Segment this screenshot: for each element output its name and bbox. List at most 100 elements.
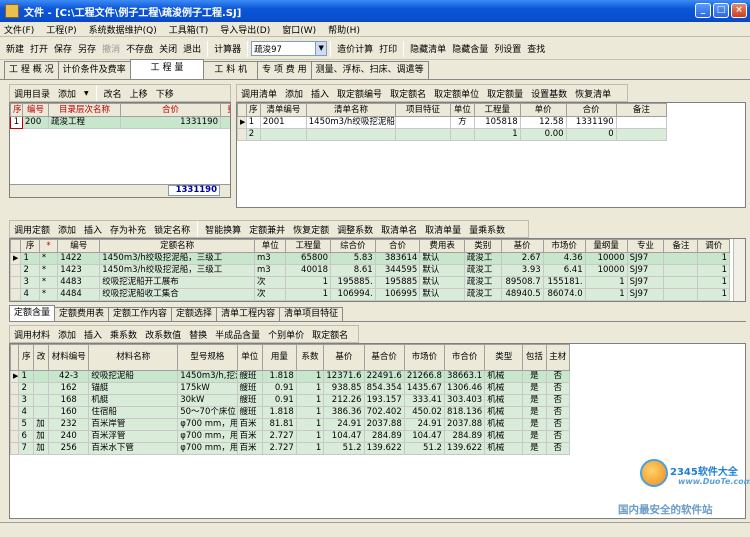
column-header[interactable]: 综合价 (330, 239, 376, 253)
table-cell[interactable]: 2037.88 (363, 418, 405, 431)
menu-import-export[interactable]: 导入导出(D) (214, 23, 276, 36)
table-row[interactable]: 6加240百米浮管φ700 mm，用三百米2.7271104.47284.891… (10, 430, 571, 443)
table-row[interactable]: 2 162 锚艇 175kW 艘班 0.91 1 938.85 854.354 1435.67 13… (10, 382, 571, 395)
adjust-coef-button[interactable]: 调整系数 (333, 223, 377, 236)
table-cell[interactable]: 是 (522, 394, 547, 407)
table-cell[interactable]: 7 (18, 442, 35, 455)
menu-project[interactable]: 工程(P) (40, 23, 82, 36)
table-cell[interactable]: 139.622 (443, 442, 486, 455)
column-header[interactable]: * (38, 239, 59, 253)
call-material-button[interactable]: 调用材料 (10, 328, 54, 341)
table-cell[interactable]: 默认 (419, 276, 465, 289)
table-cell[interactable]: 42-3 (48, 370, 90, 383)
table-cell[interactable]: 锚艇 (88, 382, 179, 395)
table-cell[interactable]: 160 (48, 406, 90, 419)
table-cell[interactable]: 百米 (236, 442, 263, 455)
table-cell[interactable]: 195885. (330, 276, 376, 289)
table-cell[interactable]: 104.47 (323, 430, 365, 443)
column-header[interactable]: 改 (33, 344, 50, 371)
table-cell[interactable]: 89508.7 (500, 276, 544, 289)
column-header[interactable]: 合价 (120, 103, 221, 117)
table-cell[interactable]: 0 (565, 128, 617, 141)
table-cell[interactable]: 1 (285, 276, 332, 289)
table-cell[interactable]: 12371.6 (323, 370, 365, 383)
table-cell[interactable]: 139.622 (363, 442, 405, 455)
table-cell[interactable] (615, 116, 668, 129)
table-cell[interactable]: 1 (295, 406, 325, 419)
table-cell[interactable]: 50～70个床位 (177, 406, 238, 419)
table-cell[interactable]: 1422 (57, 252, 101, 265)
table-cell[interactable]: 住宿船 (88, 406, 179, 419)
table-cell[interactable]: 256 (48, 442, 90, 455)
table-cell[interactable]: 百米浮管 (88, 430, 179, 443)
table-cell[interactable] (220, 116, 230, 129)
no-save-button[interactable]: 不存盘 (123, 42, 156, 55)
table-cell[interactable]: * (38, 288, 59, 301)
table-cell[interactable]: 1 (697, 264, 730, 277)
column-header[interactable]: 合价 (565, 103, 617, 117)
column-header[interactable]: 市合价 (443, 344, 486, 371)
table-cell[interactable]: 机械 (484, 406, 524, 419)
tab-overview[interactable]: 工 程 概 况 (4, 61, 59, 79)
table-cell[interactable]: 1 (295, 418, 325, 431)
set-base-button[interactable]: 设置基数 (527, 87, 571, 100)
get-quota-name-button[interactable]: 取定额名 (308, 328, 352, 341)
new-button[interactable]: 新建 (0, 42, 27, 55)
table-cell[interactable]: 百米 (236, 430, 263, 443)
table-row[interactable]: ▶ 1 * 1422 1450m3/h绞吸挖泥船，三级工 m3 65800 5.83 38361… (10, 252, 730, 265)
table-cell[interactable]: 1 (295, 382, 325, 395)
maximize-button[interactable]: □ (713, 3, 729, 18)
multiply-coef-button[interactable]: 乘系数 (106, 328, 141, 341)
table-cell[interactable]: 1331190 (120, 116, 221, 129)
table-row[interactable]: 2 1 0.00 0 (237, 128, 668, 141)
column-header[interactable]: 市场价 (403, 344, 445, 371)
table-row[interactable]: 3 168 机艇 30kW 艘班 0.91 1 212.26 193.157 333.41 303.… (10, 394, 571, 407)
table-cell[interactable]: 0.91 (261, 394, 297, 407)
column-header[interactable]: 系数 (295, 344, 325, 371)
replace-button[interactable]: 替换 (185, 328, 211, 341)
table-cell[interactable]: 疏浚工 (463, 252, 502, 265)
table-cell[interactable]: 4.36 (542, 252, 586, 265)
table-cell[interactable] (259, 128, 307, 141)
column-header[interactable]: 定额名称 (99, 239, 255, 253)
table-cell[interactable]: 1.818 (261, 370, 297, 383)
table-row[interactable]: 5加232百米岸管φ700 mm，用三百米81.81124.912037.882… (10, 418, 571, 431)
column-header[interactable]: 调价 (697, 239, 730, 253)
calculator-button[interactable]: 计算器 (211, 42, 244, 55)
add-directory-button[interactable]: 添加 (54, 87, 80, 100)
table-cell[interactable]: 3 (20, 276, 40, 289)
get-quota-qty-button[interactable]: 取定额量 (483, 87, 527, 100)
table-cell[interactable]: 1 (697, 276, 730, 289)
table-cell[interactable]: m3 (253, 252, 287, 265)
table-cell[interactable]: 否 (545, 430, 571, 443)
table-cell[interactable]: 386.36 (323, 406, 365, 419)
table-cell[interactable]: 艘班 (236, 406, 263, 419)
change-coef-button[interactable]: 改系数值 (141, 328, 185, 341)
table-cell[interactable]: 1 (295, 370, 325, 383)
column-header[interactable]: 工程量 (473, 103, 521, 117)
table-cell[interactable]: 是 (522, 430, 547, 443)
table-cell[interactable] (33, 382, 50, 395)
tab-quota-select[interactable]: 定额选择 (171, 307, 218, 321)
column-header[interactable]: 备注 (615, 103, 668, 117)
column-header[interactable]: 编号 (22, 103, 49, 117)
get-quota-code-button[interactable]: 取定额编号 (333, 87, 386, 100)
table-cell[interactable]: 212.26 (323, 394, 365, 407)
table-cell[interactable]: 默认 (419, 252, 465, 265)
get-quota-name-button[interactable]: 取定额名 (386, 87, 430, 100)
menu-window[interactable]: 窗口(W) (276, 23, 322, 36)
table-cell[interactable]: 200 (22, 116, 49, 129)
table-cell[interactable]: 284.89 (443, 430, 486, 443)
table-cell[interactable]: 百米岸管 (88, 418, 179, 431)
table-cell[interactable]: 1 (295, 430, 325, 443)
tab-quota-fee-table[interactable]: 定额费用表 (54, 307, 110, 321)
column-header[interactable]: 包括 (522, 344, 547, 371)
table-cell[interactable]: 65800 (285, 252, 332, 265)
table-cell[interactable]: 702.402 (363, 406, 405, 419)
column-header[interactable]: 单位 (253, 239, 287, 253)
table-cell[interactable]: 2.727 (261, 442, 297, 455)
qty-multiply-button[interactable]: 量乘系数 (465, 223, 509, 236)
hide-content-button[interactable]: 隐藏含量 (449, 42, 491, 55)
table-cell[interactable]: 106995 (374, 288, 421, 301)
chevron-down-icon[interactable]: ▼ (80, 90, 93, 97)
